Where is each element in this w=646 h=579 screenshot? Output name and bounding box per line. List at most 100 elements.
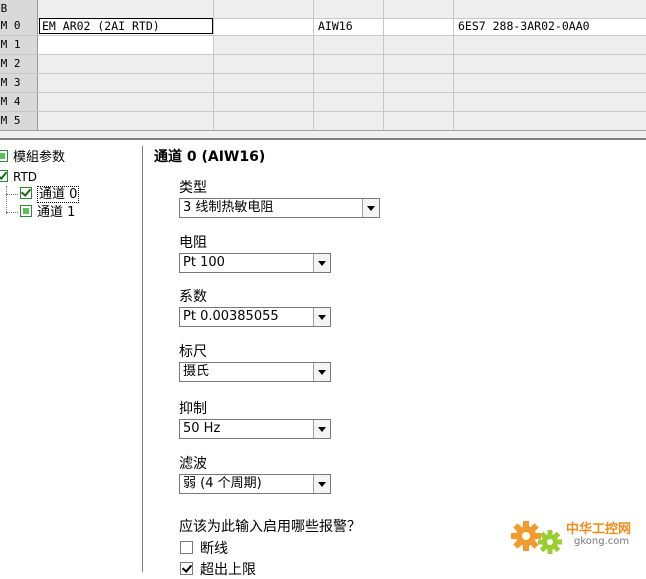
tree-item-label: 通道 1 (37, 205, 76, 220)
empty-cell (384, 17, 454, 35)
table-row[interactable]: EM 3 (0, 74, 646, 93)
order-cell: 6ES7 288-3AR02-0AA0 (458, 19, 590, 33)
empty-cell (214, 55, 314, 73)
partial-check-icon (0, 150, 8, 162)
order-cell (454, 93, 646, 111)
row-label[interactable]: EM 2 (0, 55, 38, 73)
alarm-question: 应该为此输入启用哪些报警？ (179, 519, 361, 535)
address-cell (314, 0, 384, 18)
select-value: 3 线制热敏电阻 (183, 200, 274, 215)
empty-cell (384, 93, 454, 111)
empty-cell (384, 74, 454, 92)
check-icon (20, 187, 32, 199)
order-cell (454, 0, 646, 18)
tree-item-channel-1[interactable]: 通道 1 (20, 205, 75, 221)
row-label[interactable]: EM 0 (0, 17, 38, 35)
module-cell[interactable] (38, 93, 214, 111)
scale-select[interactable]: 摄氏 (179, 362, 331, 382)
watermark-text: 中华工控网 (566, 522, 632, 537)
module-cell[interactable] (38, 74, 214, 92)
alarm-wire-break-checkbox[interactable]: 断线 (180, 538, 228, 558)
order-cell (454, 74, 646, 92)
row-label[interactable]: EM 4 (0, 93, 38, 111)
type-select[interactable]: 3 线制热敏电阻 (179, 198, 380, 218)
type-label: 类型 (179, 180, 207, 196)
resistance-label: 电阻 (179, 235, 207, 251)
table-row[interactable]: EM 5 (0, 112, 646, 131)
resistance-select[interactable]: Pt 100 (179, 253, 331, 273)
module-table: SB EM 0 EM AR02 (2AI RTD) AIW16 6ES7 288… (0, 0, 646, 131)
coefficient-label: 系数 (179, 289, 207, 305)
checkbox-label: 超出上限 (200, 562, 256, 578)
empty-cell (214, 17, 314, 35)
tree-item-label: 通道 0 (37, 186, 80, 203)
chevron-down-icon[interactable] (313, 363, 330, 381)
row-label[interactable]: EM 5 (0, 112, 38, 130)
check-icon (0, 170, 8, 182)
filter-select[interactable]: 弱 (4 个周期) (179, 474, 331, 494)
chevron-down-icon[interactable] (313, 420, 330, 438)
module-cell[interactable] (38, 36, 214, 54)
empty-cell (384, 0, 454, 18)
watermark: 中华工控网 gkong.com (508, 512, 644, 556)
pane-splitter[interactable] (0, 130, 646, 140)
row-label[interactable]: EM 3 (0, 74, 38, 92)
chevron-down-icon[interactable] (362, 199, 379, 217)
tree-item-channel-0[interactable]: 通道 0 (20, 186, 80, 203)
row-label[interactable]: EM 1 (0, 36, 38, 54)
table-row[interactable]: EM 0 EM AR02 (2AI RTD) AIW16 6ES7 288-3A… (0, 17, 646, 36)
filter-label: 滤波 (179, 456, 207, 472)
order-cell (454, 36, 646, 54)
tree-connector (6, 212, 18, 213)
chevron-down-icon[interactable] (313, 254, 330, 272)
table-row[interactable]: EM 1 (0, 36, 646, 55)
empty-cell (214, 36, 314, 54)
address-cell (314, 74, 384, 92)
empty-cell (214, 74, 314, 92)
address-cell (314, 36, 384, 54)
page-title: 通道 0 (AIW16) (154, 149, 266, 165)
select-value: Pt 0.00385055 (183, 309, 279, 324)
tree-item-label: RTD (13, 170, 38, 184)
module-cell[interactable]: EM AR02 (2AI RTD) (38, 17, 214, 35)
tree-connector (6, 186, 7, 214)
empty-cell (214, 93, 314, 111)
partial-check-icon (20, 205, 32, 217)
address-cell (314, 55, 384, 73)
checkbox-icon[interactable] (180, 562, 193, 575)
coefficient-select[interactable]: Pt 0.00385055 (179, 307, 331, 327)
select-value: Pt 100 (183, 255, 225, 270)
rejection-select[interactable]: 50 Hz (179, 419, 331, 439)
watermark-url: gkong.com (574, 536, 630, 547)
table-row[interactable]: EM 4 (0, 93, 646, 112)
table-row[interactable]: EM 2 (0, 55, 646, 74)
checkbox-label: 断线 (200, 541, 228, 557)
module-cell[interactable] (38, 0, 214, 18)
checkbox-icon[interactable] (180, 541, 193, 554)
tree-item-rtd[interactable]: RTD (0, 169, 37, 185)
module-cell[interactable] (38, 55, 214, 73)
gear-icon (511, 521, 562, 554)
empty-cell (384, 36, 454, 54)
parameter-tree: 模組参数 RTD 通道 0 通道 1 (0, 146, 143, 572)
empty-cell (214, 112, 314, 130)
empty-cell (214, 0, 314, 18)
order-cell (454, 55, 646, 73)
tree-connector (6, 194, 18, 195)
chevron-down-icon[interactable] (313, 475, 330, 493)
address-cell (314, 93, 384, 111)
chevron-down-icon[interactable] (313, 308, 330, 326)
empty-cell (384, 112, 454, 130)
scale-label: 标尺 (179, 344, 207, 360)
order-cell (454, 112, 646, 130)
module-cell[interactable] (38, 112, 214, 130)
address-cell (314, 112, 384, 130)
address-cell: AIW16 (314, 17, 384, 35)
row-label[interactable]: SB (0, 0, 38, 18)
alarm-upper-limit-checkbox[interactable]: 超出上限 (180, 559, 256, 579)
rejection-label: 抑制 (179, 401, 207, 417)
tree-item-label: 模組参数 (13, 150, 66, 165)
select-value: 50 Hz (183, 421, 221, 436)
tree-item-module-params[interactable]: 模組参数 (0, 150, 65, 166)
select-value: 弱 (4 个周期) (183, 476, 262, 491)
